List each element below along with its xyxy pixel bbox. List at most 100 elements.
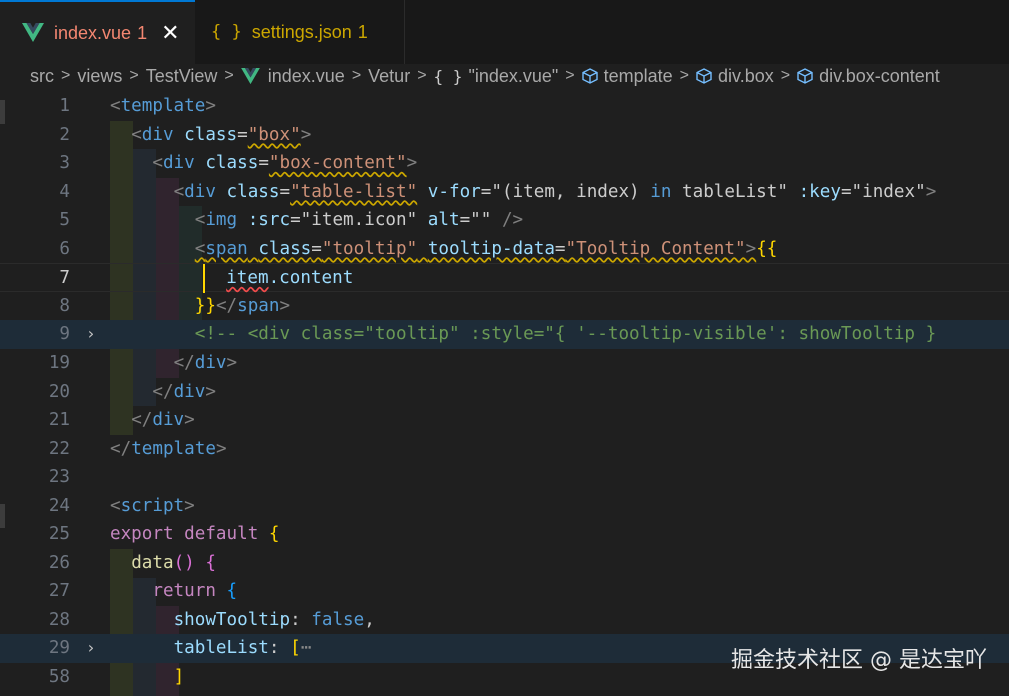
code-token: template <box>120 96 206 116</box>
breadcrumb-item-index-vue[interactable]: index.vue <box>240 65 345 87</box>
line-number: 5 <box>59 210 70 231</box>
code-token: ="" <box>459 210 492 231</box>
breadcrumb-separator: > <box>61 67 71 84</box>
code-token: tooltip-data <box>427 238 555 259</box>
code-token: class <box>205 153 259 174</box>
code-token: < <box>110 495 121 516</box>
code-token: { <box>268 524 280 545</box>
breadcrumb-item-views[interactable]: views <box>77 66 122 87</box>
tab-settings-json[interactable]: { } settings.json 1 <box>195 0 405 64</box>
watermark-text: 掘金技术社区 @ 是达宝吖 <box>731 648 987 673</box>
code-token: default <box>184 524 259 545</box>
code-token: .content <box>268 268 354 289</box>
code-line: 28 showTooltip: false, <box>0 606 1009 635</box>
fold-chevron-icon[interactable]: › <box>86 320 96 349</box>
breadcrumb-separator: > <box>780 67 791 84</box>
code-line: 6 <span class="tooltip" tooltip-data="To… <box>0 235 1009 264</box>
close-icon[interactable]: ✕ <box>161 20 179 46</box>
code-line: 2 <div class="box"> <box>0 121 1009 150</box>
code-token: < <box>194 238 206 259</box>
breadcrumb-label: index.vue <box>267 65 345 86</box>
folded-ellipsis[interactable]: ⋯ <box>301 638 312 658</box>
code-token: > <box>300 124 312 145</box>
line-number: 29 <box>48 638 70 659</box>
line-number: 22 <box>48 438 70 459</box>
code-line-folded: 9 › <!-- <div class="tooltip" :style="{ … <box>0 320 1009 349</box>
code-token: > <box>215 438 227 459</box>
code-token: > <box>184 495 195 516</box>
line-number: 19 <box>48 352 70 373</box>
code-line: 3 <div class="box-content"> <box>0 149 1009 178</box>
breadcrumb-item-vetur[interactable]: Vetur <box>368 66 410 87</box>
code-token: return <box>152 581 216 602</box>
code-line: 24 <script> <box>0 492 1009 521</box>
code-token: ) <box>184 552 195 573</box>
code-token: ="item.icon" <box>290 210 418 231</box>
tab-label: settings.json <box>251 21 352 42</box>
code-line: 22 </template> <box>0 435 1009 464</box>
code-token: > <box>184 410 195 431</box>
code-token: tableList" <box>671 181 788 202</box>
code-token: > <box>406 153 418 174</box>
line-number: 6 <box>59 238 70 259</box>
code-token: > <box>745 238 757 259</box>
code-token: item <box>226 268 269 289</box>
breadcrumb-item-src[interactable]: src <box>30 66 54 87</box>
code-token: div <box>162 153 195 174</box>
line-number: 8 <box>59 295 70 316</box>
breadcrumb-item-div-box[interactable]: div.box <box>696 66 774 87</box>
code-token: template <box>131 438 216 459</box>
code-token: data <box>131 552 174 573</box>
code-token: < <box>131 124 142 145</box>
code-line: 26 data() { <box>0 549 1009 578</box>
code-token: < <box>110 96 121 116</box>
code-editor[interactable]: 1 <template> 2 <div class="box"> 3 <div … <box>0 92 1009 696</box>
code-token: span <box>205 238 248 259</box>
tab-bar: index.vue 1 ✕ { } settings.json 1 <box>0 0 1009 64</box>
code-token: alt <box>427 210 460 231</box>
breadcrumb-item-testview[interactable]: TestView <box>146 66 218 87</box>
code-token: ] <box>173 667 185 687</box>
code-token: : <box>268 638 280 659</box>
code-token: div <box>141 124 174 145</box>
code-token: div <box>184 181 216 202</box>
code-token: : <box>290 609 301 630</box>
tab-index-vue[interactable]: index.vue 1 ✕ <box>0 0 195 64</box>
line-number: 27 <box>48 581 70 602</box>
breadcrumb: src > views > TestView > index.vue > Vet… <box>0 64 1009 88</box>
breadcrumb-item-index-vue-string[interactable]: { } "index.vue" <box>434 66 559 87</box>
code-token: {{ <box>756 238 778 259</box>
line-number: 21 <box>48 410 70 431</box>
code-token: div <box>152 410 185 431</box>
code-token: "box" <box>247 124 301 145</box>
code-line: 25 export default { <box>0 520 1009 549</box>
code-token: "box-content" <box>268 153 407 174</box>
code-line: 23 <box>0 463 1009 492</box>
line-number: 25 <box>48 524 70 545</box>
code-token: :src <box>247 210 291 231</box>
line-number: 23 <box>48 467 70 488</box>
problem-count: 1 <box>357 21 368 42</box>
code-token: < <box>173 181 185 202</box>
code-token: :key <box>798 181 841 202</box>
code-token: = <box>554 238 566 259</box>
code-token: ( <box>173 552 185 573</box>
line-number: 26 <box>48 552 70 573</box>
breadcrumb-item-template[interactable]: template <box>581 65 673 87</box>
fold-chevron-icon[interactable]: › <box>86 634 96 663</box>
code-token: }} <box>194 295 216 316</box>
tab-label: index.vue <box>54 22 132 43</box>
breadcrumb-item-div-box-content[interactable]: div.box-content <box>797 66 940 87</box>
line-number: 7 <box>59 268 70 289</box>
code-token: img <box>205 210 238 231</box>
code-token: = <box>311 238 322 259</box>
json-braces-icon: { } <box>211 22 242 42</box>
code-token: ="(item, index) <box>480 181 651 202</box>
code-token: { <box>205 552 216 573</box>
breadcrumb-label: template <box>603 65 673 86</box>
code-line: 21 </div> <box>0 406 1009 435</box>
code-line: 27 return { <box>0 577 1009 606</box>
code-token: < <box>194 210 206 231</box>
cube-icon <box>581 68 598 84</box>
breadcrumb-separator: > <box>224 67 234 84</box>
